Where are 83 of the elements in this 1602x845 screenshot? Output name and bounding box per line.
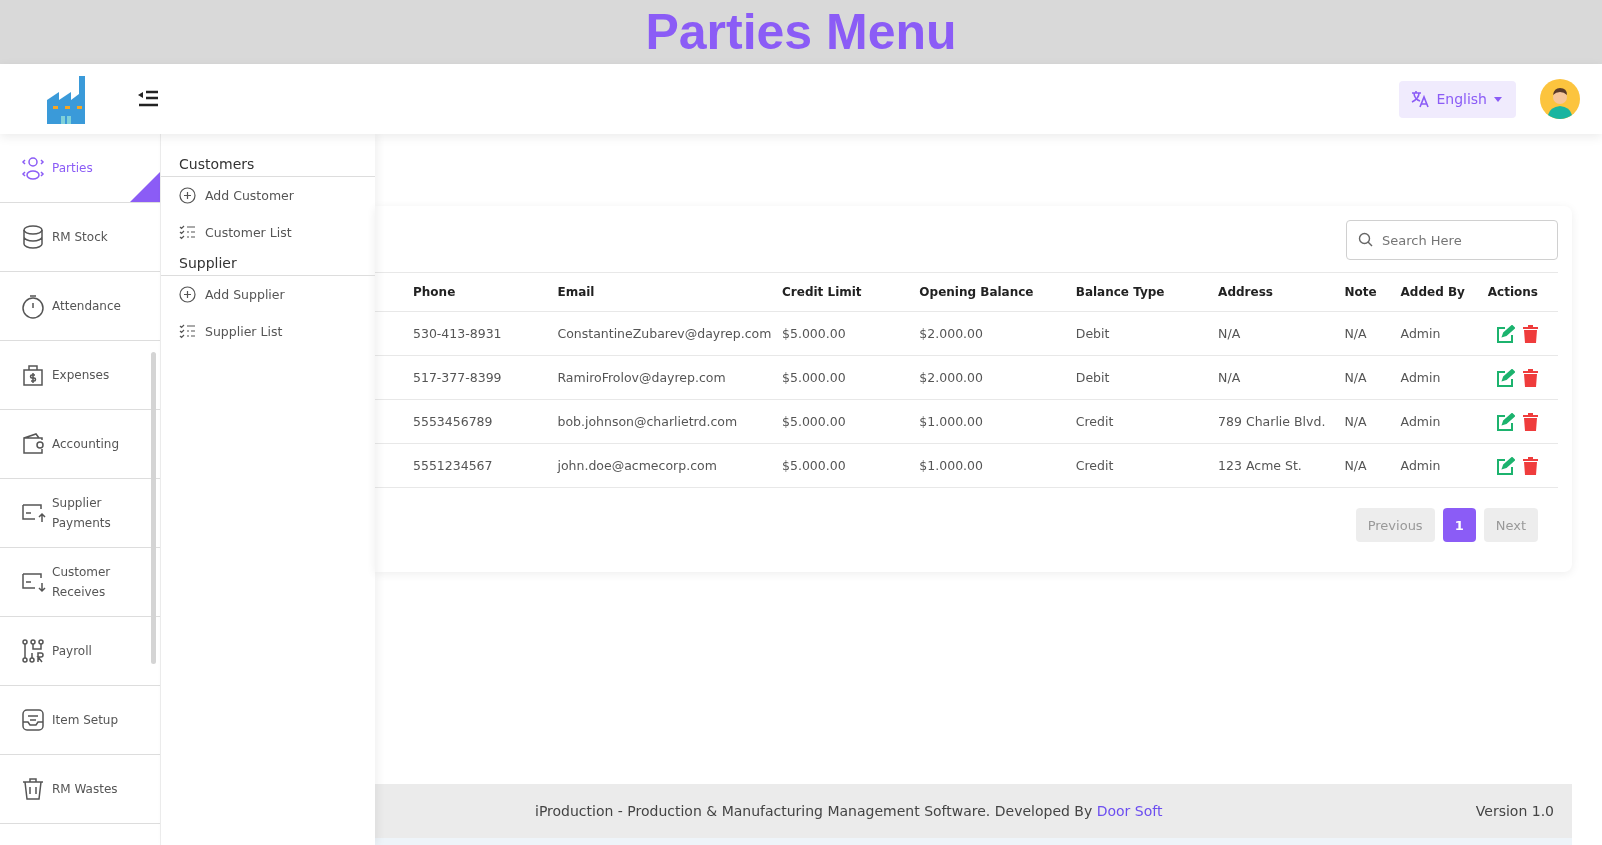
submenu-item[interactable]: Add Supplier (161, 276, 375, 313)
table-cell: Admin (1400, 355, 1488, 400)
search-icon (1358, 232, 1373, 247)
plus-circle-icon (179, 286, 196, 303)
column-header: Note (1344, 273, 1401, 312)
edit-icon[interactable] (1495, 456, 1515, 475)
stopwatch-icon (20, 293, 46, 319)
trash-icon[interactable] (1522, 368, 1538, 387)
edit-icon[interactable] (1495, 368, 1515, 387)
table-cell: Debit (1075, 355, 1219, 400)
table-cell: 123 Acme St. (1218, 443, 1345, 488)
table-cell: bob.johnson@charlietrd.com (557, 399, 782, 444)
table-cell: N/A (1218, 355, 1345, 400)
table-cell: 517-377-8399 (375, 355, 558, 400)
trash-icon[interactable] (1522, 412, 1538, 431)
column-header: Added By (1400, 273, 1488, 312)
table-cell: Admin (1400, 399, 1488, 444)
database-icon (20, 224, 46, 250)
submenu-item[interactable]: Customer List (161, 214, 375, 251)
table-cell: Admin (1400, 443, 1488, 488)
table-cell: Debit (1075, 311, 1219, 356)
table-cell: N/A (1344, 355, 1401, 400)
table-cell: 5551234567 (375, 443, 558, 488)
sidebar-item[interactable]: RM Wastes (0, 755, 160, 824)
table-cell: 5553456789 (375, 399, 558, 444)
edit-icon[interactable] (1495, 324, 1515, 343)
table-cell: Credit (1075, 443, 1219, 488)
footer-text: iProduction - Production & Manufacturing Management Software. Developed By (535, 803, 1093, 819)
plus-circle-icon (179, 187, 196, 204)
table-cell: $2.000.00 (919, 355, 1076, 400)
table-cell: $1.000.00 (919, 443, 1076, 488)
language-dropdown[interactable]: English (1399, 80, 1516, 118)
table-cell: 789 Charlie Blvd. (1218, 399, 1345, 444)
column-header: Actions (1487, 273, 1558, 312)
column-header: Credit Limit (782, 273, 920, 312)
table-cell: ConstantineZubarev@dayrep.com (557, 311, 782, 356)
sidebar-item[interactable]: Attendance (0, 272, 160, 341)
sidebar-item[interactable]: Parties (0, 134, 160, 203)
table-cell: N/A (1218, 311, 1345, 356)
users-icon (20, 155, 46, 181)
table-cell: Admin (1400, 311, 1488, 356)
tray-icon (20, 707, 46, 733)
sidebar-item[interactable]: RM Stock (0, 203, 160, 272)
table-cell: N/A (1344, 311, 1401, 356)
wallet-icon (20, 431, 46, 457)
table-cell: $5.000.00 (782, 355, 920, 400)
version-text: Version 1.0 (1475, 803, 1554, 819)
table-cell: N/A (1344, 399, 1401, 444)
table-cell: 530-413-8931 (375, 311, 558, 356)
column-header: Email (557, 273, 782, 312)
trash-icon[interactable] (1522, 456, 1538, 475)
table-cell: john.doe@acmecorp.com (557, 443, 782, 488)
developer-link[interactable]: Door Soft (1096, 803, 1163, 819)
submenu-item[interactable]: Supplier List (161, 313, 375, 350)
column-header: Address (1218, 273, 1345, 312)
translate-icon (1411, 90, 1430, 108)
table-cell: $5.000.00 (782, 399, 920, 444)
checklist-icon (179, 324, 196, 339)
search-field[interactable]: Search Here (1346, 220, 1558, 260)
edit-icon[interactable] (1495, 412, 1515, 431)
trash-icon (20, 776, 46, 802)
table-cell: Credit (1075, 399, 1219, 444)
column-header: Phone (375, 273, 558, 312)
page-button[interactable]: 1 (1442, 508, 1476, 542)
caret-icon (1494, 96, 1502, 102)
user-avatar-icon[interactable] (1540, 79, 1580, 119)
table-cell: N/A (1344, 443, 1401, 488)
scrollbar[interactable] (151, 352, 156, 664)
submenu-item[interactable]: Add Customer (161, 177, 375, 214)
table-cell: $2.000.00 (919, 311, 1076, 356)
payroll-icon (20, 638, 46, 664)
trash-icon[interactable] (1522, 324, 1538, 343)
page-title: Parties Menu (645, 3, 957, 61)
table-cell: RamiroFrolov@dayrep.com (557, 355, 782, 400)
selected-corner-icon (130, 172, 160, 202)
sidebar-item[interactable]: Item Setup (0, 686, 160, 755)
table-cell: $1.000.00 (919, 399, 1076, 444)
money-bag-icon (20, 362, 46, 388)
table-cell: $5.000.00 (782, 311, 920, 356)
column-header: Opening Balance (919, 273, 1076, 312)
table-cell: $5.000.00 (782, 443, 920, 488)
checklist-icon (179, 225, 196, 240)
column-header: Balance Type (1075, 273, 1219, 312)
